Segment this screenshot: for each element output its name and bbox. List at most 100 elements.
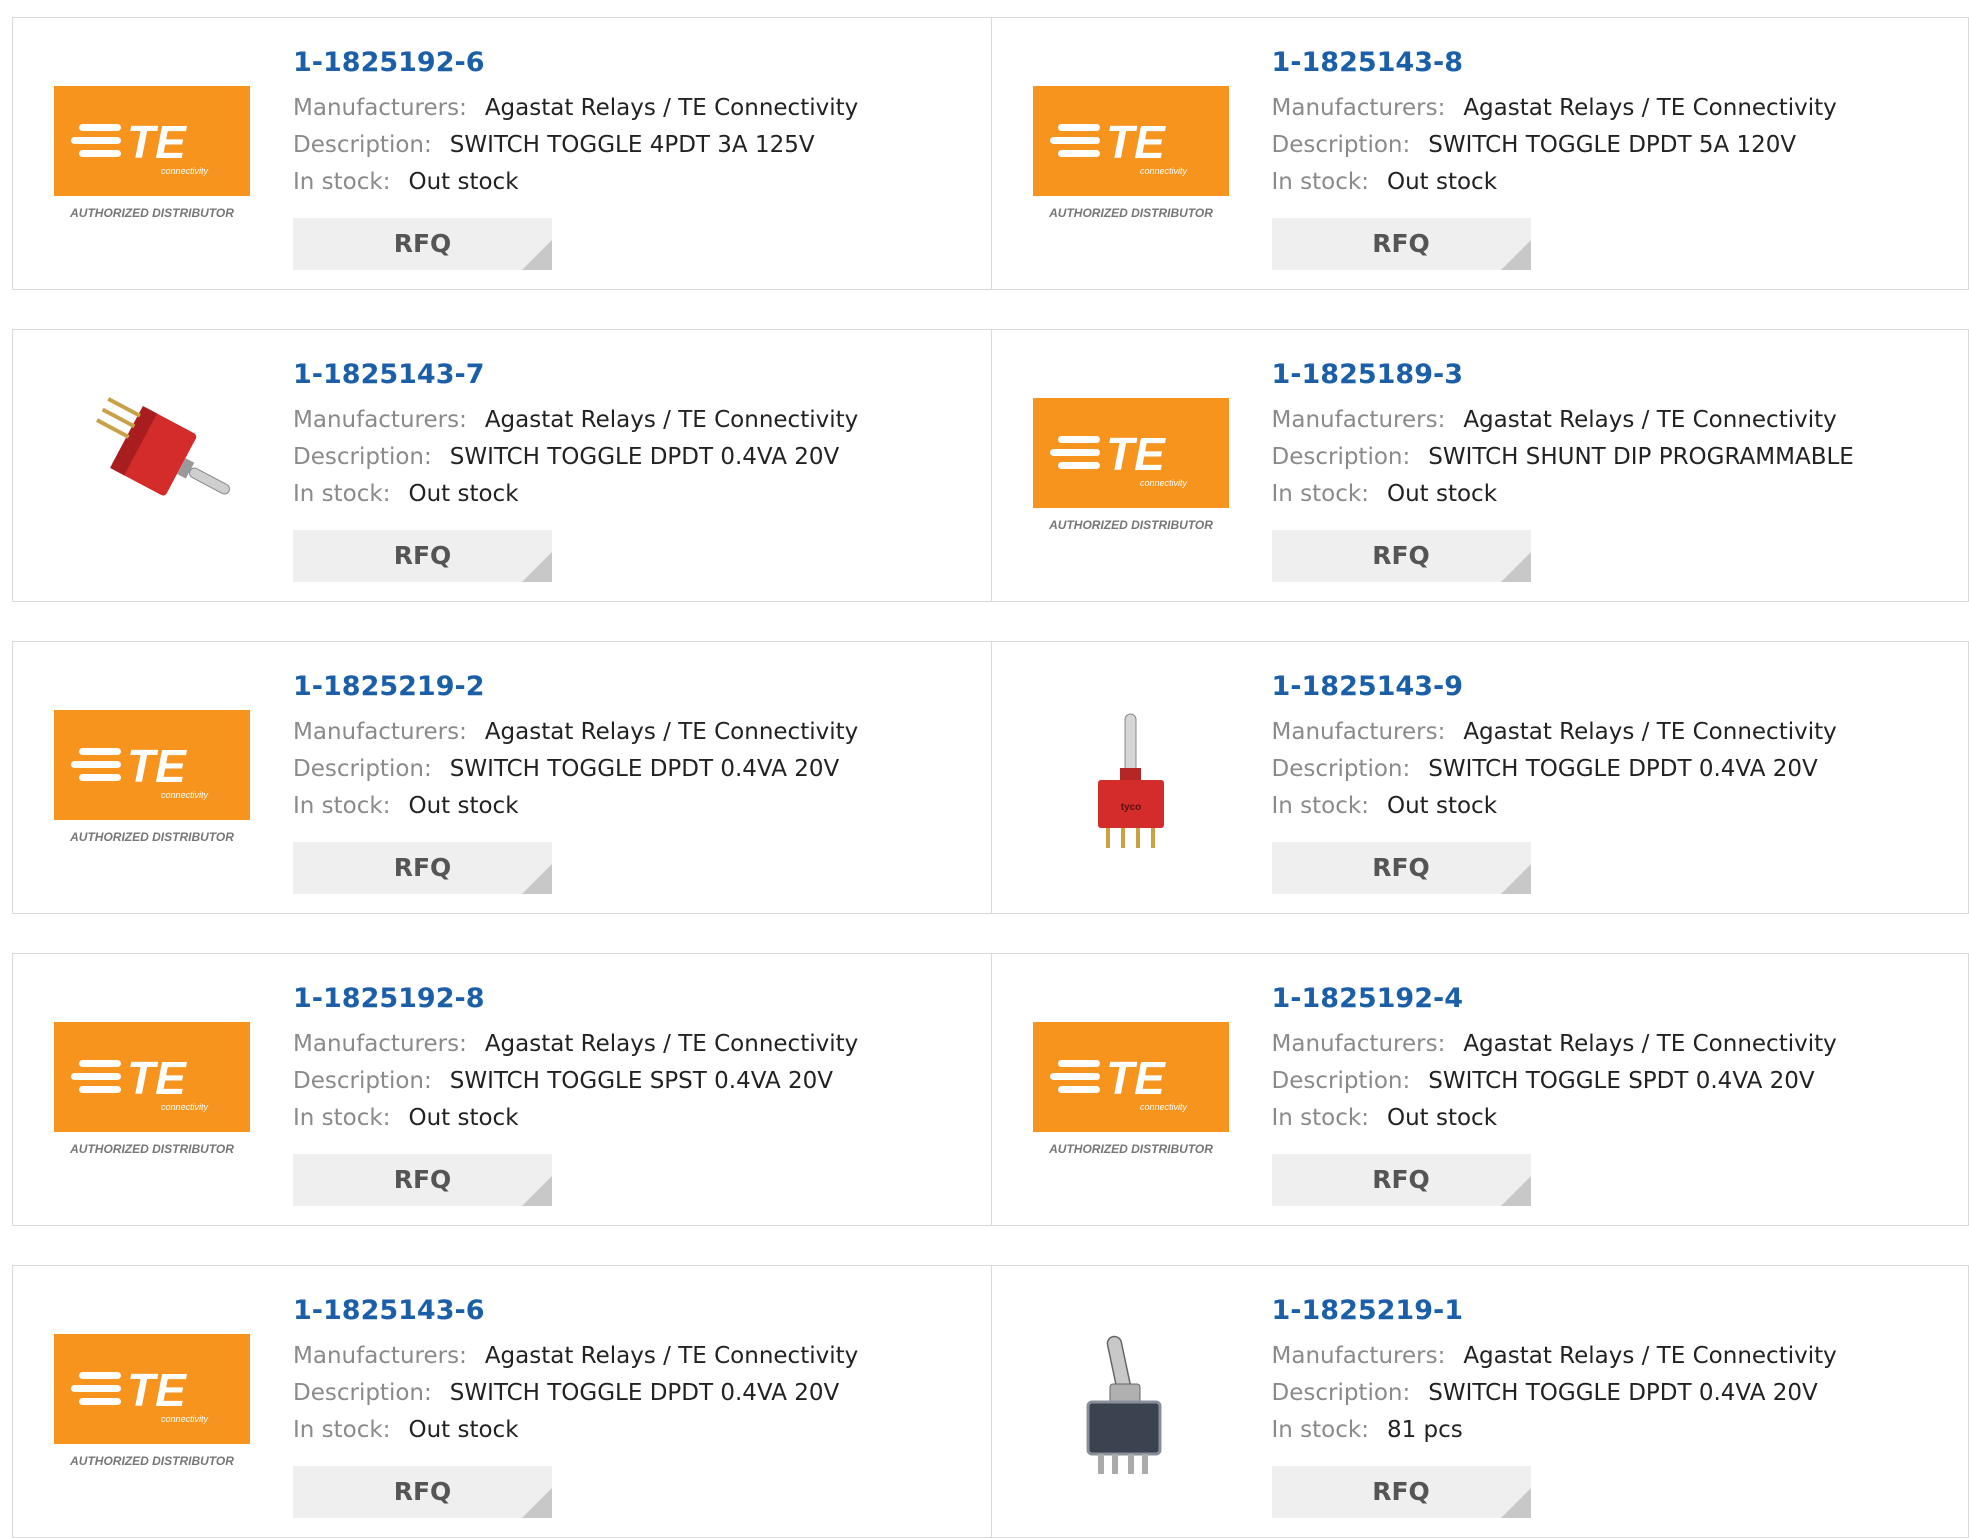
part-number-link[interactable]: 1-1825219-1 [1272,1294,1837,1328]
rfq-label: RFQ [1372,541,1430,570]
logo-brand: TE [127,740,187,792]
manufacturer-line: Manufacturers: Agastat Relays / TE Connec… [293,1338,858,1375]
part-number-link[interactable]: 1-1825143-8 [1272,46,1837,80]
product-image: TE connectivity AUTHORIZED DISTRIBUTOR [53,84,251,229]
te-logo-icon: TEconnectivity AUTHORIZED DISTRIBUTOR [54,710,250,844]
manufacturer-label: Manufacturers: [293,407,467,433]
part-number-link[interactable]: 1-1825143-7 [293,358,858,392]
rfq-label: RFQ [393,1165,452,1194]
logo-sub: connectivity [1140,166,1188,176]
part-number-link[interactable]: 1-1825192-8 [293,982,858,1016]
product-card: TE connectivity AUTHORIZED DISTRIBUTOR 1-1… [990,330,1969,601]
manufacturer-label: Manufacturers: [1271,95,1446,121]
product-card: 1-1825143-7 Manufacturers: Agastat Relays… [13,330,991,601]
rfq-button[interactable]: RFQ [1271,218,1531,270]
part-number-link[interactable]: 1-1825189-3 [1272,358,1854,392]
rfq-label: RFQ [393,853,452,882]
logo-sub: connectivity [1140,1102,1188,1112]
switch-body [96,397,230,496]
stock-label: In stock: [1271,169,1369,195]
logo-brand: TE [127,1364,187,1416]
product-card: TE connectivity AUTHORIZED DISTRIBUTOR 1-1… [13,954,991,1225]
description-label: Description: [1271,1380,1411,1406]
description-label: Description: [1271,756,1411,782]
manufacturer-value: Agastat Relays / TE Connectivity [484,1343,859,1369]
product-card: TE connectivity AUTHORIZED DISTRIBUTOR 1-1… [990,954,1969,1225]
rfq-label: RFQ [1372,1165,1430,1194]
switch-pin [1141,1454,1148,1474]
logo-stripe [1057,436,1100,443]
rfq-button[interactable]: RFQ [1271,1466,1531,1518]
manufacturer-value: Agastat Relays / TE Connectivity [484,1031,859,1057]
stock-label: In stock: [293,481,391,507]
corner-triangle-icon [522,1488,552,1518]
rfq-button[interactable]: RFQ [1271,1154,1531,1206]
logo-tagline: AUTHORIZED DISTRIBUTOR [69,1142,234,1156]
logo-stripe [79,1060,121,1067]
logo-stripe [1057,462,1100,469]
stock-label: In stock: [1271,793,1369,819]
stock-line: In stock: Out stock [1272,788,1837,825]
switch-pin [1150,828,1155,848]
logo-stripe [1049,449,1100,456]
product-image: TE connectivity AUTHORIZED DISTRIBUTOR [53,708,251,853]
switch-marking: tyco [1120,802,1141,813]
rfq-button[interactable]: RFQ [1271,530,1531,582]
logo-stripe [79,748,121,755]
part-number-link[interactable]: 1-1825143-6 [293,1294,858,1328]
manufacturer-line: Manufacturers: Agastat Relays / TE Connec… [1272,1026,1837,1063]
logo-stripe [71,761,121,768]
stock-value: Out stock [408,1417,519,1443]
switch-body [1087,1402,1160,1454]
logo-sub: connectivity [161,1102,209,1112]
rfq-label: RFQ [393,1477,452,1506]
logo-tagline: AUTHORIZED DISTRIBUTOR [69,206,234,220]
logo-sub: connectivity [161,166,209,176]
logo-tagline: AUTHORIZED DISTRIBUTOR [1048,1142,1213,1156]
manufacturer-line: Manufacturers: Agastat Relays / TE Connec… [1272,402,1854,439]
rfq-button[interactable]: RFQ [293,218,552,270]
logo-tagline: AUTHORIZED DISTRIBUTOR [69,1454,234,1468]
manufacturer-value: Agastat Relays / TE Connectivity [1463,1031,1837,1057]
product-image: tyco [1032,708,1230,853]
switch-pin [1097,1454,1104,1474]
rfq-button[interactable]: RFQ [293,1466,552,1518]
logo-tagline: AUTHORIZED DISTRIBUTOR [1048,206,1213,220]
description-line: Description: SWITCH TOGGLE SPDT 0.4VA 20V [1272,1063,1837,1100]
description-label: Description: [1271,1068,1411,1094]
stock-value: Out stock [408,169,519,195]
product-image: TE connectivity AUTHORIZED DISTRIBUTOR [53,1020,251,1165]
part-number-link[interactable]: 1-1825219-2 [293,670,858,704]
stock-label: In stock: [293,793,391,819]
te-logo-icon: TEconnectivity AUTHORIZED DISTRIBUTOR [1032,1022,1229,1156]
stock-value: Out stock [1386,169,1498,195]
corner-triangle-icon [522,1176,552,1206]
product-row: TE connectivity AUTHORIZED DISTRIBUTOR 1-1… [12,1265,1969,1538]
corner-triangle-icon [1500,864,1531,894]
rfq-button[interactable]: RFQ [293,1154,552,1206]
description-value: SWITCH TOGGLE 4PDT 3A 125V [449,132,815,158]
manufacturer-label: Manufacturers: [1271,719,1446,745]
logo-brand: TE [127,1052,187,1104]
product-image [53,396,251,541]
part-number-link[interactable]: 1-1825192-6 [293,46,858,80]
product-image [1032,1332,1230,1477]
rfq-button[interactable]: RFQ [293,842,552,894]
description-value: SWITCH SHUNT DIP PROGRAMMABLE [1428,444,1854,470]
logo-stripe [71,1073,121,1080]
product-image: TE connectivity AUTHORIZED DISTRIBUTOR [53,1332,251,1477]
description-line: Description: SWITCH TOGGLE 4PDT 3A 125V [293,127,858,164]
rfq-button[interactable]: RFQ [1271,842,1531,894]
part-number-link[interactable]: 1-1825192-4 [1272,982,1837,1016]
product-image: TE connectivity AUTHORIZED DISTRIBUTOR [1032,84,1230,229]
manufacturer-line: Manufacturers: Agastat Relays / TE Connec… [1272,1338,1837,1375]
rfq-button[interactable]: RFQ [293,530,552,582]
rfq-label: RFQ [1372,1477,1430,1506]
manufacturer-value: Agastat Relays / TE Connectivity [484,95,859,121]
corner-triangle-icon [1500,240,1531,270]
description-label: Description: [293,444,432,470]
switch-pin [1120,828,1125,848]
stock-line: In stock: Out stock [293,164,858,201]
logo-stripe [1057,124,1100,131]
part-number-link[interactable]: 1-1825143-9 [1272,670,1837,704]
